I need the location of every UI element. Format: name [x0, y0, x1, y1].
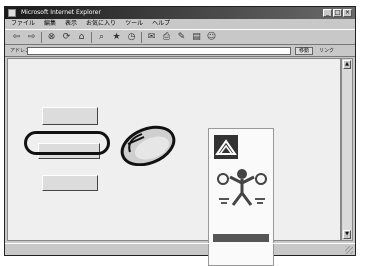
favorites-icon[interactable]: ★ [111, 32, 122, 43]
print-icon[interactable]: ⎙ [161, 32, 172, 43]
links-label[interactable]: リンク [319, 47, 334, 54]
menu-bar: ファイル 編集 表示 お気に入り ツール ヘルプ [5, 19, 355, 29]
search-icon[interactable]: ⌕ [96, 32, 107, 43]
forward-icon[interactable]: ⇨ [26, 32, 37, 43]
menu-file[interactable]: ファイル [11, 19, 35, 29]
edit-icon[interactable]: ✎ [176, 32, 187, 43]
maximize-button[interactable]: □ [333, 9, 342, 17]
go-button[interactable]: 移動 [295, 47, 313, 55]
mail-icon[interactable]: ✉ [146, 32, 157, 43]
menu-button-1[interactable] [42, 107, 98, 125]
scroll-down-icon[interactable]: ▼ [343, 230, 351, 239]
scroll-up-icon[interactable]: ▲ [343, 60, 351, 69]
window-title: Microsoft Internet Explorer [21, 9, 101, 16]
close-button[interactable]: × [343, 9, 352, 17]
back-icon[interactable]: ⇦ [11, 32, 22, 43]
address-input[interactable] [27, 47, 291, 55]
status-bar [5, 243, 355, 255]
click-highlight-ring [24, 131, 110, 155]
ie-app-icon [8, 9, 16, 17]
cover-title-band [213, 234, 269, 242]
messenger-icon[interactable]: ☺ [206, 32, 217, 43]
history-icon[interactable]: ◷ [126, 32, 137, 43]
menu-tools[interactable]: ツール [125, 19, 143, 29]
toolbar: ⇦ ⇨ ⊗ ⟳ ⌂ ⌕ ★ ◷ ✉ ⎙ ✎ ▤ ☺ [5, 29, 355, 45]
window-controls: _ □ × [323, 9, 352, 17]
stop-icon[interactable]: ⊗ [46, 32, 57, 43]
minimize-button[interactable]: _ [323, 9, 332, 17]
title-bar: Microsoft Internet Explorer _ □ × [5, 7, 355, 19]
discuss-icon[interactable]: ▤ [191, 32, 202, 43]
resize-grip-icon[interactable] [345, 246, 353, 254]
toolbar-separator [41, 31, 42, 43]
address-bar: アドレス 移動 リンク [5, 45, 355, 57]
menu-favorites[interactable]: お気に入り [86, 19, 116, 29]
refresh-icon[interactable]: ⟳ [61, 32, 72, 43]
menu-button-3[interactable] [42, 175, 98, 191]
mouse-icon [120, 125, 176, 166]
home-icon[interactable]: ⌂ [76, 32, 87, 43]
figure-illustration-icon [217, 169, 267, 206]
toolbar-separator [91, 31, 92, 43]
menu-edit[interactable]: 編集 [44, 19, 56, 29]
menu-help[interactable]: ヘルプ [152, 19, 170, 29]
publisher-logo-icon [214, 135, 238, 159]
vertical-scrollbar[interactable]: ▲ ▼ [341, 58, 353, 241]
menu-view[interactable]: 表示 [65, 19, 77, 29]
toolbar-separator [141, 31, 142, 43]
